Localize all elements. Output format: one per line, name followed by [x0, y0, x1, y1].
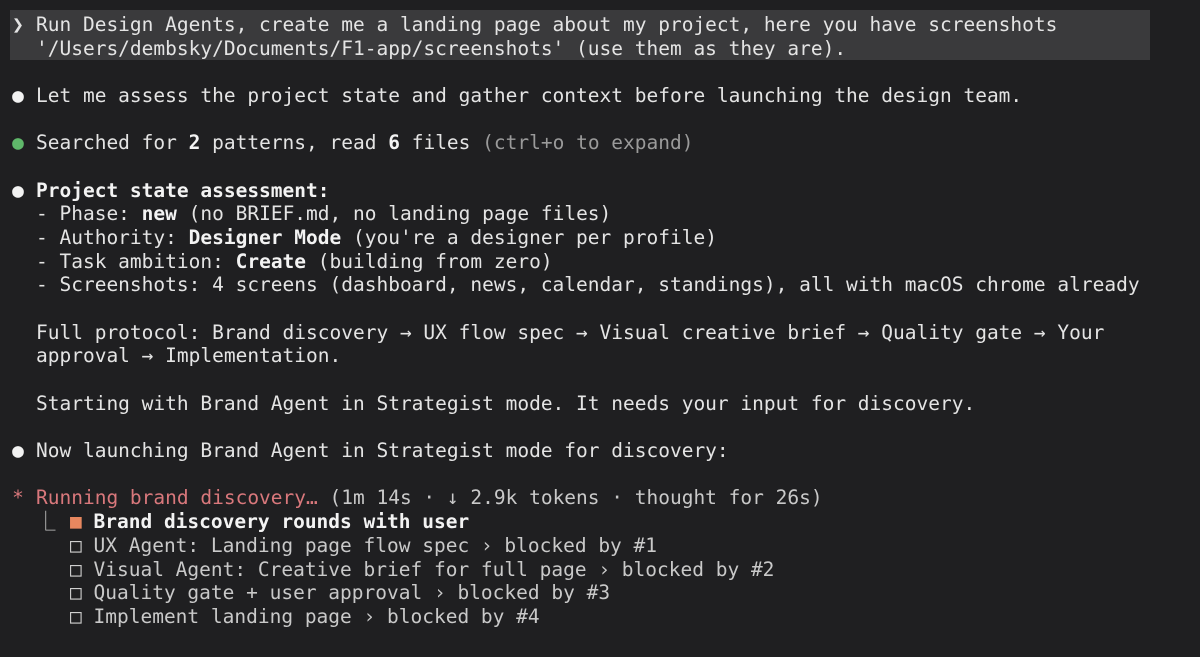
screenshots-line: - Screenshots: 4 screens (dashboard, new… — [36, 273, 1140, 296]
tree-branch-icon: ⎿ — [36, 510, 56, 533]
todo-item: □ Visual Agent: Creative brief for full … — [70, 558, 774, 582]
authority-line: - Authority: Designer Mode (you're a des… — [36, 226, 717, 250]
prompt-line-2: '/Users/dembsky/Documents/F1-app/screens… — [36, 37, 847, 60]
phase-value: new — [141, 202, 177, 225]
search-summary-suffix: files — [399, 131, 483, 154]
phase-suffix: (no BRIEF.md, no landing page files) — [176, 202, 612, 225]
running-status: Running brand discovery… (1m 14s · ↓ 2.9… — [36, 486, 823, 510]
todo-label: Visual Agent: Creative brief for full pa… — [93, 558, 775, 581]
pending-checkbox-icon: □ — [70, 581, 82, 604]
todo-label: Brand discovery rounds with user — [93, 510, 470, 533]
expand-hint[interactable]: (ctrl+o to expand) — [482, 131, 693, 154]
assessment-title: Project state assessment: — [36, 179, 330, 202]
active-checkbox-icon: ■ — [70, 510, 82, 533]
running-label: Running brand discovery… — [36, 486, 318, 509]
running-details: (1m 14s · ↓ 2.9k tokens · thought for 26… — [317, 486, 823, 509]
todo-item: □ Quality gate + user approval › blocked… — [70, 581, 610, 605]
todo-label: Quality gate + user approval › blocked b… — [93, 581, 611, 604]
search-summary-mid: patterns, read — [200, 131, 389, 154]
pending-checkbox-icon: □ — [70, 605, 82, 628]
authority-prefix: - Authority: — [36, 226, 189, 249]
launching-message: Now launching Brand Agent in Strategist … — [36, 439, 729, 462]
task-value: Create — [235, 250, 307, 273]
pattern-count: 2 — [188, 131, 201, 154]
task-prefix: - Task ambition: — [36, 250, 236, 273]
todo-label: UX Agent: Landing page flow spec › block… — [93, 534, 658, 557]
pending-checkbox-icon: □ — [70, 558, 82, 581]
search-summary[interactable]: Searched for 2 patterns, read 6 files (c… — [36, 131, 693, 155]
success-bullet-icon: ● — [12, 131, 24, 154]
search-summary-prefix: Searched for — [36, 131, 189, 154]
task-suffix: (building from zero) — [306, 250, 553, 273]
pending-checkbox-icon: □ — [70, 534, 82, 557]
file-count: 6 — [388, 131, 400, 154]
message-bullet-icon: ● — [12, 179, 24, 202]
todo-item: □ UX Agent: Landing page flow spec › blo… — [70, 534, 657, 558]
todo-label: Implement landing page › blocked by #4 — [93, 605, 540, 628]
message-bullet-icon: ● — [12, 439, 24, 462]
task-line: - Task ambition: Create (building from z… — [36, 250, 553, 274]
assess-message: Let me assess the project state and gath… — [36, 84, 1023, 107]
todo-item: ■ Brand discovery rounds with user — [70, 510, 469, 534]
message-bullet-icon: ● — [12, 84, 24, 107]
prompt-chevron-icon: ❯ — [12, 13, 24, 36]
spinner-icon: * — [12, 486, 24, 509]
protocol-line-1: Full protocol: Brand discovery → UX flow… — [36, 321, 1105, 344]
todo-item: □ Implement landing page › blocked by #4 — [70, 605, 540, 629]
phase-line: - Phase: new (no BRIEF.md, no landing pa… — [36, 202, 611, 226]
protocol-line-2: approval → Implementation. — [36, 344, 342, 367]
phase-prefix: - Phase: — [36, 202, 142, 225]
authority-value: Designer Mode — [188, 226, 342, 249]
prompt-line-1: Run Design Agents, create me a landing p… — [36, 13, 1058, 36]
authority-suffix: (you're a designer per profile) — [341, 226, 717, 249]
starting-message: Starting with Brand Agent in Strategist … — [36, 392, 976, 415]
